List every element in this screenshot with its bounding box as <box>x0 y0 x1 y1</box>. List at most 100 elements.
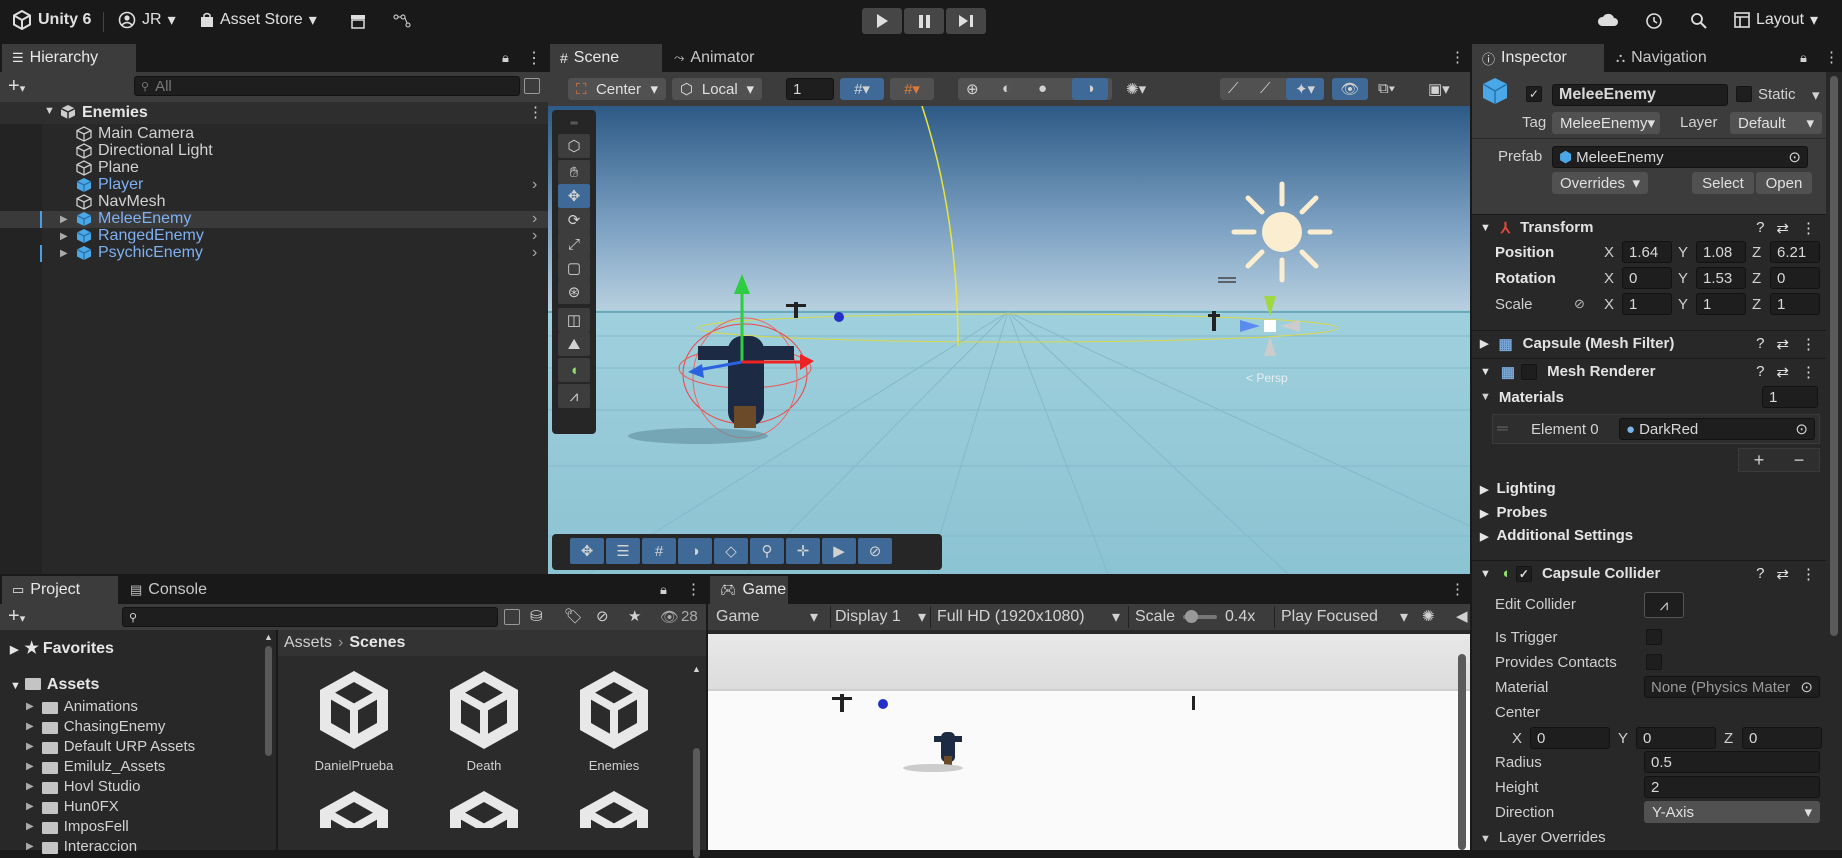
physics-material-field[interactable]: None (Physics Mater ⊙ <box>1644 676 1820 698</box>
layout-dropdown[interactable]: Layout ▾ <box>1734 10 1818 30</box>
expand-arrow-icon[interactable]: ▼ <box>44 105 55 117</box>
wireframe-icon[interactable]: ⊕ <box>966 80 979 98</box>
resolution-dropdown[interactable]: Full HD (1920x1080) ▾ <box>930 606 1126 628</box>
breadcrumb-assets[interactable]: Assets <box>284 634 332 652</box>
tab-console[interactable]: ▤ Console <box>120 576 236 604</box>
additional-settings-row[interactable]: ▶ Additional Settings <box>1480 527 1633 544</box>
hierarchy-item[interactable]: Plane <box>0 159 548 177</box>
expand-arrow-icon[interactable]: ▶ <box>26 781 34 792</box>
overrides-dropdown[interactable]: Overrides ▾ <box>1552 172 1648 194</box>
compass-icon[interactable]: ⊘ <box>858 538 892 564</box>
object-picker-icon[interactable]: ⊙ <box>1795 420 1808 438</box>
debug-draw-icon[interactable]: ✺▾ <box>1126 80 1146 98</box>
drag-handle[interactable]: ═ <box>558 118 590 129</box>
play-mode-dropdown[interactable]: Play Focused ▾ <box>1274 606 1414 628</box>
active-checkbox[interactable]: ✓ <box>1526 86 1542 102</box>
transform-header[interactable]: ▼ ⅄ Transform ? ⇄ ⋮ <box>1472 214 1826 240</box>
asset-folder-item[interactable]: ▶ Hovl Studio <box>26 778 140 795</box>
game-scrollbar[interactable] <box>1458 654 1466 850</box>
pivot-dropdown[interactable]: ⛶ Center ▾ <box>568 78 666 100</box>
collider-tool-icon[interactable]: ◖ <box>558 358 590 382</box>
kebab-menu-icon[interactable]: ⋮ <box>1801 219 1816 237</box>
move-tool-icon[interactable]: ✥ <box>558 184 590 208</box>
custom-tool-icon[interactable]: ◫ <box>558 308 590 332</box>
mesh-renderer-header[interactable]: ▼ ▦ Mesh Renderer ? ⇄ ⋮ <box>1472 358 1826 384</box>
kebab-menu-icon[interactable]: ⋮ <box>1801 565 1816 583</box>
expand-arrow-icon[interactable]: ▶ <box>60 248 68 259</box>
asset-folder-item[interactable]: ▶ ChasingEnemy <box>26 718 165 735</box>
static-checkbox[interactable] <box>1736 86 1752 102</box>
tab-hierarchy[interactable]: ☰ Hierarchy <box>2 44 136 72</box>
lock-icon[interactable]: 🔒︎ <box>1800 50 1807 66</box>
axis-z-label[interactable]: Z <box>1752 296 1761 313</box>
axis-y-label[interactable]: Y <box>1678 270 1688 287</box>
axis-x-label[interactable]: X <box>1604 296 1614 313</box>
kebab-menu-icon[interactable]: ⋮ <box>528 103 543 121</box>
scale-x-input[interactable]: 1 <box>1622 293 1672 315</box>
presets-icon[interactable]: ⇄ <box>1776 219 1789 237</box>
space-dropdown[interactable]: ⬡ Local ▾ <box>672 78 762 100</box>
object-name-input[interactable]: MeleeEnemy <box>1552 84 1728 106</box>
kebab-menu-icon[interactable]: ⋮ <box>1450 48 1465 66</box>
prefab-open-button[interactable]: Open <box>1756 172 1812 194</box>
hierarchy-item[interactable]: ▶ PsychicEnemy › <box>0 244 548 262</box>
unity-menu[interactable]: Unity 6 <box>12 10 91 30</box>
hierarchy-search-input[interactable]: ⚲ All <box>134 76 520 96</box>
create-plus-icon[interactable]: +▾ <box>8 75 25 98</box>
lock-icon[interactable]: 🔒︎ <box>502 50 509 66</box>
enabled-checkbox[interactable]: ✓ <box>1515 565 1532 582</box>
remove-element-button[interactable]: − <box>1794 450 1805 471</box>
navmesh-icon[interactable]: ◇ <box>714 538 748 564</box>
hierarchy-item[interactable]: Player › <box>0 176 548 194</box>
align-icon[interactable]: ☰ <box>606 538 640 564</box>
lock-icon[interactable]: 🔒︎ <box>660 582 667 598</box>
hand-tool-icon[interactable]: ✋︎ <box>558 160 590 184</box>
layers-icon[interactable]: ⧉▾ <box>1378 80 1395 97</box>
grid-visibility-button[interactable]: #▾ <box>840 78 884 100</box>
scene-asset-tile[interactable]: Enemies <box>564 668 664 788</box>
label-icon[interactable]: 🏷︎ <box>564 607 583 625</box>
edit-collider-button[interactable]: ⩘ <box>1644 592 1684 618</box>
layer-dropdown[interactable]: Default ▾ <box>1730 112 1822 134</box>
expand-arrow-icon[interactable]: ▶ <box>26 801 34 812</box>
position-z-input[interactable]: 6.21 <box>1770 241 1820 263</box>
scale-z-input[interactable]: 1 <box>1770 293 1820 315</box>
lighting-icon[interactable]: ◑ <box>678 538 712 564</box>
help-icon[interactable]: ? <box>1756 363 1764 381</box>
inspector-scrollbar[interactable] <box>1830 76 1838 636</box>
step-button[interactable] <box>946 8 986 34</box>
shaded-wireframe-icon[interactable]: ◐ <box>1002 80 1011 97</box>
expand-arrow-icon[interactable]: ▶ <box>26 761 34 772</box>
asset-folder-item[interactable]: ▶ Interaccion <box>26 838 137 855</box>
expand-arrow-icon[interactable]: ▶ <box>26 721 34 732</box>
expand-arrow-icon[interactable]: ▶ <box>26 741 34 752</box>
axis-y-label[interactable]: Y <box>1618 730 1628 747</box>
hierarchy-item[interactable]: Main Camera <box>0 125 548 143</box>
rotation-x-input[interactable]: 0 <box>1622 267 1672 289</box>
display-dropdown[interactable]: Display 1 ▾ <box>830 606 930 628</box>
position-x-input[interactable]: 1.64 <box>1622 241 1672 263</box>
add-element-button[interactable]: + <box>1754 450 1765 471</box>
axis-y-label[interactable]: Y <box>1678 296 1688 313</box>
provides-contacts-checkbox[interactable] <box>1646 654 1662 670</box>
chevron-right-icon[interactable]: › <box>532 210 537 228</box>
scene-asset-tile[interactable]: DanielPrueba <box>304 668 404 788</box>
unlit-icon[interactable]: ◑ <box>1072 78 1108 100</box>
create-plus-icon[interactable]: +▾ <box>8 605 25 628</box>
transform-tool-icon[interactable]: ⊛ <box>558 280 590 304</box>
asset-folder-item[interactable]: ▶ ImposFell <box>26 818 129 835</box>
materials-count-input[interactable]: 1 <box>1762 386 1818 408</box>
axis-z-label[interactable]: Z <box>1752 244 1761 261</box>
tag-dropdown[interactable]: MeleeEnemy ▾ <box>1552 112 1660 134</box>
zoom-icon[interactable]: ⚲ <box>750 538 784 564</box>
height-input[interactable]: 2 <box>1644 776 1820 798</box>
tab-inspector[interactable]: ⓘ Inspector <box>1472 44 1604 72</box>
prefab-field[interactable]: ⬢ MeleeEnemy ⊙ <box>1552 146 1808 168</box>
chevron-down-icon[interactable]: ▾ <box>1812 86 1820 104</box>
history-icon[interactable] <box>1645 12 1663 34</box>
cloud-icon[interactable] <box>1597 12 1619 32</box>
scene-asset-tile[interactable] <box>304 788 404 828</box>
axis-z-label[interactable]: Z <box>1752 270 1761 287</box>
presets-icon[interactable]: ⇄ <box>1776 363 1789 381</box>
scene-search-icon[interactable] <box>524 78 540 94</box>
